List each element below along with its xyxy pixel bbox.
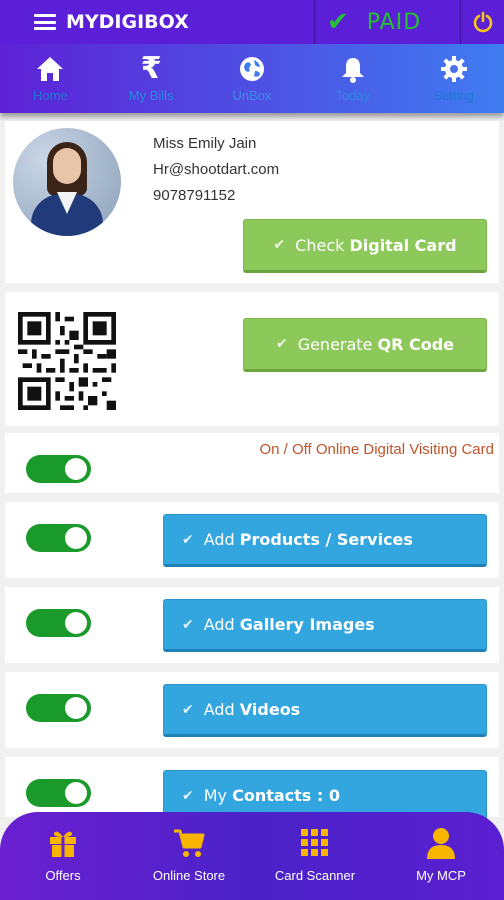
nav-today-label: Today: [335, 88, 371, 103]
nav-unbox-label: UnBox: [232, 88, 272, 103]
qr-button-prefix: Generate: [297, 334, 378, 354]
products-button-prefix: Add: [203, 530, 240, 549]
qr-code-image: [18, 312, 116, 410]
paid-status: ✔ PAID: [315, 0, 461, 44]
products-toggle[interactable]: [26, 524, 91, 552]
add-videos-button[interactable]: ✔ Add Videos: [163, 684, 487, 737]
nav-home-label: Home: [33, 88, 68, 103]
card-scanner-label: Card Scanner: [274, 868, 356, 883]
rupee-icon: ₹: [140, 51, 162, 86]
add-products-services-button[interactable]: ✔ Add Products / Services: [163, 514, 487, 567]
offers-label: Offers: [45, 868, 81, 883]
videos-row: ✔ Add Videos: [5, 672, 499, 748]
nav-setting[interactable]: Setting: [403, 44, 504, 113]
check-card-bold: Digital Card: [349, 235, 457, 255]
videos-button-prefix: Add: [203, 700, 240, 719]
gear-icon: [440, 56, 467, 82]
nav-setting-label: Setting: [433, 88, 474, 103]
top-bar: MYDIGIBOX ✔ PAID: [0, 0, 504, 44]
home-icon: [37, 57, 64, 81]
profile-email: Hr@shootdart.com: [153, 161, 280, 178]
check-digital-card-button[interactable]: ✔ Check Digital Card: [243, 219, 487, 273]
power-icon: [473, 11, 492, 33]
power-button[interactable]: [461, 0, 504, 44]
bottom-nav-my-mcp[interactable]: My MCP: [378, 812, 504, 900]
contacts-button-prefix: My: [203, 786, 233, 805]
nav-today[interactable]: Today: [302, 44, 403, 113]
gallery-row: ✔ Add Gallery Images: [5, 587, 499, 663]
cart-icon: [174, 829, 205, 857]
grid-icon: [301, 829, 328, 856]
bottom-nav: Offers Online Store Card Scanner My MCP: [0, 812, 504, 900]
products-row: ✔ Add Products / Services: [5, 502, 499, 578]
profile-avatar: [13, 128, 121, 236]
generate-qr-code-button[interactable]: ✔ Generate QR Code: [243, 318, 487, 372]
bottom-nav-card-scanner[interactable]: Card Scanner: [252, 812, 378, 900]
gift-icon: [50, 831, 76, 857]
gallery-button-prefix: Add: [203, 615, 240, 634]
check-icon: ✔: [275, 336, 288, 352]
profile-card: Miss Emily Jain Hr@shootdart.com 9078791…: [5, 121, 499, 283]
profile-phone: 9078791152: [153, 187, 236, 204]
menu-icon[interactable]: [34, 14, 56, 30]
online-card-label: On / Off Online Digital Visiting Card: [259, 441, 494, 458]
check-icon: ✔: [327, 7, 349, 37]
bottom-nav-online-store[interactable]: Online Store: [126, 812, 252, 900]
qr-button-bold: QR Code: [377, 334, 455, 354]
my-mcp-label: My MCP: [416, 868, 466, 883]
bell-icon: [341, 58, 364, 83]
check-icon: ✔: [273, 237, 286, 253]
contacts-toggle[interactable]: [26, 779, 91, 807]
products-button-bold: Products / Services: [239, 530, 413, 549]
videos-toggle[interactable]: [26, 694, 91, 722]
check-icon: ✔: [182, 787, 194, 804]
add-gallery-images-button[interactable]: ✔ Add Gallery Images: [163, 599, 487, 652]
check-icon: ✔: [182, 701, 194, 718]
nav-my-bills-label: My Bills: [128, 88, 174, 103]
main-nav: Home ₹ My Bills UnBox Today Setting: [0, 44, 504, 113]
check-icon: ✔: [182, 616, 194, 633]
check-card-prefix: Check: [295, 235, 350, 255]
app-title: MYDIGIBOX: [66, 11, 189, 33]
profile-name: Miss Emily Jain: [153, 135, 257, 152]
contacts-row: ✔ My Contacts : 0: [5, 757, 499, 823]
videos-button-bold: Videos: [239, 700, 301, 719]
gallery-button-bold: Gallery Images: [239, 615, 375, 634]
gallery-toggle[interactable]: [26, 609, 91, 637]
bottom-nav-offers[interactable]: Offers: [0, 812, 126, 900]
paid-label: PAID: [366, 9, 422, 35]
check-icon: ✔: [182, 531, 194, 548]
app-brand[interactable]: MYDIGIBOX: [0, 0, 315, 44]
nav-my-bills[interactable]: ₹ My Bills: [101, 44, 202, 113]
qr-card: ✔ Generate QR Code: [5, 292, 499, 426]
online-store-label: Online Store: [152, 868, 226, 883]
globe-icon: [239, 57, 264, 81]
online-card-row: On / Off Online Digital Visiting Card: [5, 433, 499, 493]
online-card-toggle[interactable]: [26, 455, 91, 483]
nav-unbox[interactable]: UnBox: [202, 44, 303, 113]
contacts-button-bold: Contacts : 0: [232, 786, 340, 805]
nav-home[interactable]: Home: [0, 44, 101, 113]
user-icon: [427, 828, 455, 859]
